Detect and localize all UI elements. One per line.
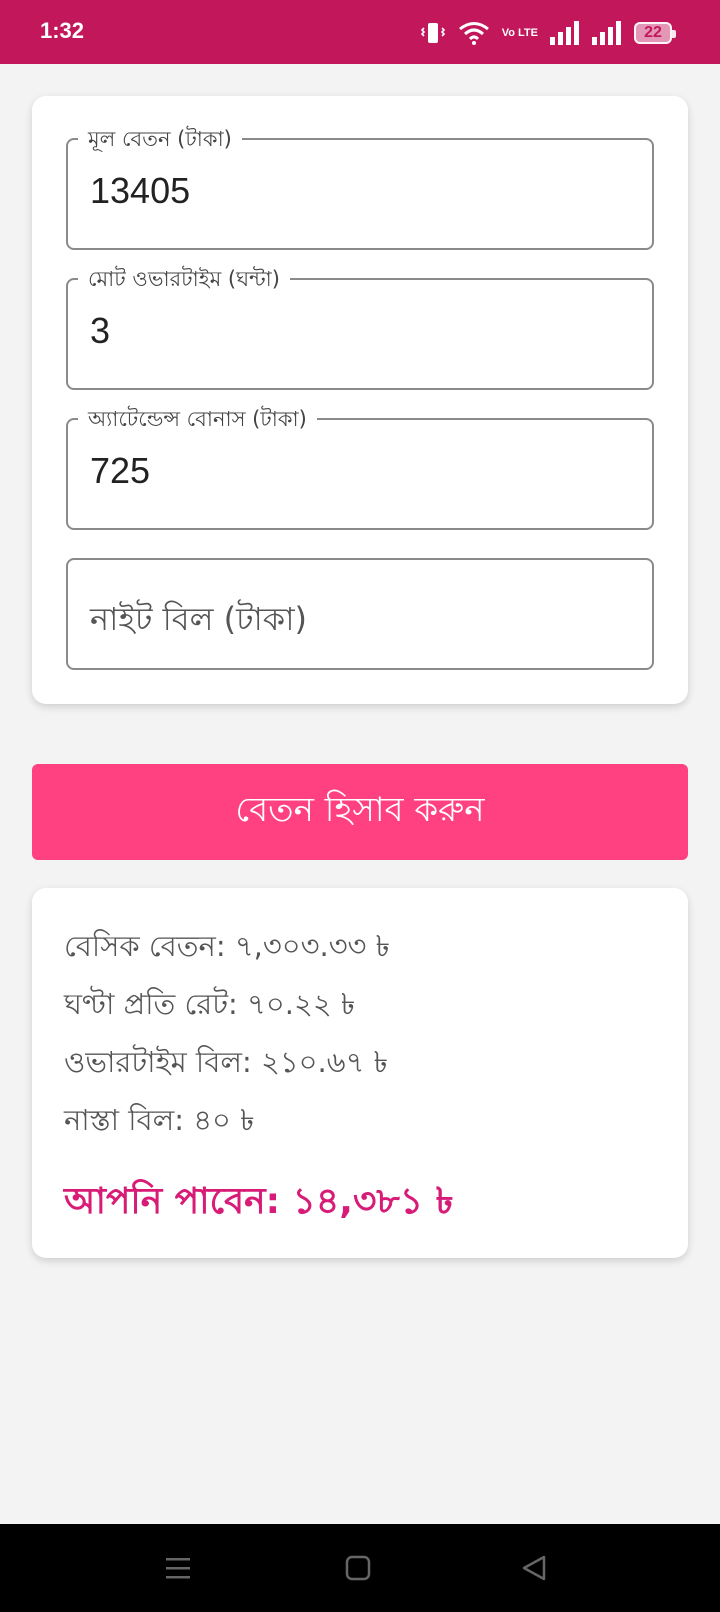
home-icon[interactable] [344,1554,372,1582]
night-bill-placeholder: নাইট বিল (টাকা) [90,600,307,638]
overtime-hours-label: মোট ওভারটাইম (ঘন্টা) [78,266,290,292]
volte-indicator: Vo LTE [501,26,538,39]
back-icon[interactable] [520,1554,548,1582]
status-icons: Vo LTE 22 [420,18,676,48]
wifi-icon [458,22,489,45]
vibrate-icon [420,23,445,43]
attendance-bonus-label: অ্যাটেন্ডেন্স বোনাস (টাকা) [78,406,317,432]
basic-salary-label: মূল বেতন (টাকা) [78,126,242,152]
basic-salary-value: 13405 [90,170,191,211]
overtime-hours-field[interactable]: মোট ওভারটাইম (ঘন্টা) 3 [66,266,654,390]
status-time: 1:32 [40,18,85,43]
input-card: মূল বেতন (টাকা) 13405 মোট ওভারটাইম (ঘন্ট… [32,96,688,704]
basic-salary-field[interactable]: মূল বেতন (টাকা) 13405 [66,126,654,250]
hourly-rate-result: ঘণ্টা প্রতি রেট: ৭০.২২ ৳ [64,987,356,1021]
battery-icon: 22 [634,22,676,44]
attendance-bonus-value: 725 [90,450,151,491]
navigation-bar [0,1524,720,1612]
snack-bill-result: নাস্তা বিল: ৪০ ৳ [64,1103,255,1137]
night-bill-field[interactable]: নাইট বিল (টাকা) [66,558,654,670]
total-payable: আপনি পাবেন: ১৪,৩৮১ ৳ [64,1181,454,1222]
status-bar: 1:32 Vo LTE 22 [0,0,720,64]
overtime-bill-result: ওভারটাইম বিল: ২১০.৬৭ ৳ [64,1045,389,1079]
attendance-bonus-field[interactable]: অ্যাটেন্ডেন্স বোনাস (টাকা) 725 [66,406,654,530]
battery-level: 22 [644,24,662,41]
basic-salary-result: বেসিক বেতন: ৭,৩০৩.৩৩ ৳ [64,929,391,963]
result-card: বেসিক বেতন: ৭,৩০৩.৩৩ ৳ ঘণ্টা প্রতি রেট: … [32,888,688,1258]
calculate-salary-button[interactable]: বেতন হিসাব করুন [32,764,688,860]
signal-icon-sim1 [550,21,579,45]
menu-icon[interactable] [164,1554,192,1582]
signal-icon-sim2 [592,21,621,45]
overtime-hours-value: 3 [90,310,111,351]
